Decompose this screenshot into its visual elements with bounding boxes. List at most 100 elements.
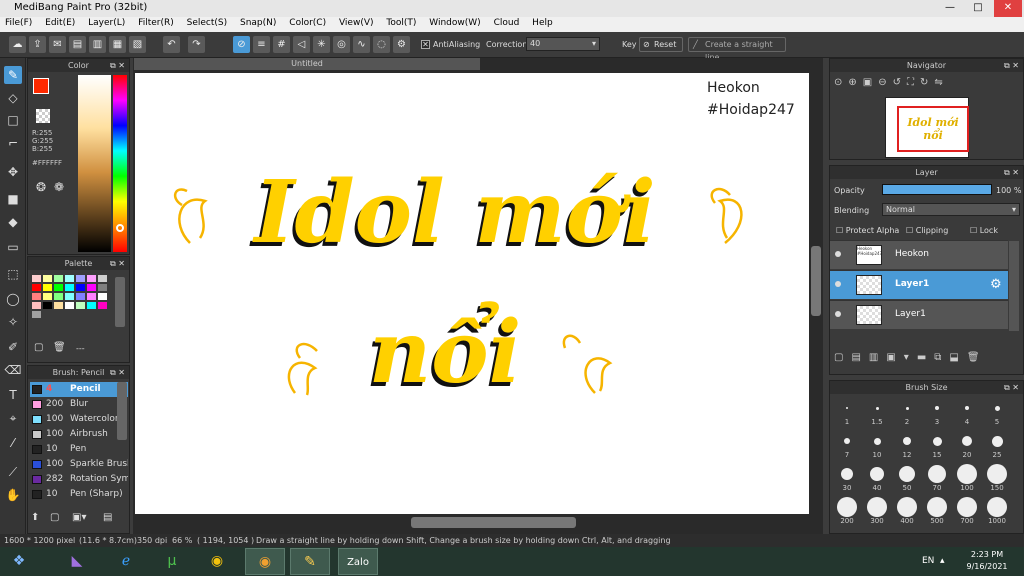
- layer-row-selected[interactable]: Layer1 ⚙: [830, 270, 1008, 299]
- palette-swatch[interactable]: [98, 284, 107, 291]
- new-layer-icon[interactable]: ▢: [834, 352, 851, 363]
- duplicate-layer-icon[interactable]: ⧉: [934, 352, 949, 363]
- menu-filter[interactable]: Filter(R): [133, 17, 179, 29]
- eyedropper-tool-icon[interactable]: ⁄: [4, 434, 22, 452]
- tray-arrow-icon[interactable]: ▴: [940, 556, 945, 566]
- palette-swatch[interactable]: [54, 284, 63, 291]
- circle-snap-icon[interactable]: ◎: [333, 36, 350, 53]
- close-icon[interactable]: ⧉ ✕: [110, 59, 125, 72]
- brush-size-option[interactable]: 25: [983, 429, 1011, 459]
- saturation-field[interactable]: [78, 75, 111, 252]
- new-layer-1bit-icon[interactable]: ▥: [869, 352, 886, 363]
- snap-off-icon[interactable]: ⊘: [233, 36, 250, 53]
- medibang-paint-icon[interactable]: ✎: [290, 548, 330, 575]
- palette-swatch[interactable]: [43, 275, 52, 282]
- menu-view[interactable]: View(V): [334, 17, 379, 29]
- zoom-in-icon[interactable]: ⊕: [848, 77, 862, 88]
- palette-swatch[interactable]: [43, 302, 52, 309]
- close-icon[interactable]: ⧉ ✕: [110, 257, 125, 270]
- brush-size-option[interactable]: 500: [923, 495, 951, 525]
- redo-icon[interactable]: ↷: [188, 36, 205, 53]
- protect-alpha-checkbox[interactable]: ☐: [836, 226, 843, 235]
- close-icon[interactable]: ⧉ ✕: [1004, 381, 1019, 394]
- internet-explorer-icon[interactable]: ℯ: [106, 548, 146, 575]
- utorrent-icon[interactable]: µ: [152, 548, 192, 575]
- brush-size-option[interactable]: 20: [953, 429, 981, 459]
- brush-item[interactable]: 10 Pen (Sharp): [30, 487, 128, 502]
- zoom-actual-icon[interactable]: ▣: [863, 77, 878, 88]
- brush-size-option[interactable]: 15: [923, 429, 951, 459]
- new-layer-8bit-icon[interactable]: ▤: [851, 352, 868, 363]
- correction-select[interactable]: 40 ▾: [526, 37, 600, 51]
- language-indicator[interactable]: EN: [922, 556, 934, 566]
- palette-swatch[interactable]: [87, 275, 96, 282]
- palette-swatch[interactable]: [65, 302, 74, 309]
- palette-swatch[interactable]: [98, 275, 107, 282]
- palette-swatch[interactable]: [43, 293, 52, 300]
- zoom-fit-icon[interactable]: ⊙: [834, 77, 848, 88]
- palette-swatch[interactable]: [87, 293, 96, 300]
- canvas-tab[interactable]: Untitled: [134, 58, 480, 70]
- parallel-snap-icon[interactable]: ≡: [253, 36, 270, 53]
- chrome-canary-icon[interactable]: ◉: [245, 548, 285, 575]
- palette-swatch[interactable]: [65, 284, 74, 291]
- palette-swatch[interactable]: [54, 293, 63, 300]
- lock-checkbox[interactable]: ☐: [970, 226, 977, 235]
- hand-tool-icon[interactable]: ✋: [4, 486, 22, 504]
- palette-swatch[interactable]: [76, 302, 85, 309]
- page-icon[interactable]: ▤: [69, 36, 86, 53]
- palette-swatch[interactable]: [54, 302, 63, 309]
- bucket-tool-icon[interactable]: ◆: [4, 213, 22, 231]
- palette-swatch[interactable]: [98, 302, 107, 309]
- share-icon[interactable]: ⇪: [29, 36, 46, 53]
- flip-icon[interactable]: ⇋: [934, 77, 948, 88]
- brush-size-option[interactable]: 3: [923, 396, 951, 426]
- brush-item[interactable]: 100 Sparkle Brush: [30, 457, 128, 472]
- curve-snap-icon[interactable]: ∿: [353, 36, 370, 53]
- operation-tool-icon[interactable]: ⌖: [4, 409, 22, 427]
- brush-size-option[interactable]: 50: [893, 462, 921, 492]
- color-picker-icon[interactable]: ❁: [54, 180, 64, 194]
- brush-tool-icon[interactable]: ✎: [4, 66, 22, 84]
- layer-scrollbar[interactable]: [1009, 241, 1019, 331]
- menu-layer[interactable]: Layer(L): [83, 17, 130, 29]
- brush-size-option[interactable]: 12: [893, 429, 921, 459]
- brush-size-option[interactable]: 200: [833, 495, 861, 525]
- layer-row[interactable]: Heokon #Hoidap247 Heokon: [830, 240, 1008, 269]
- brush-scrollbar[interactable]: [117, 382, 127, 440]
- comment-icon[interactable]: ✉: [49, 36, 66, 53]
- select-rect-tool-icon[interactable]: □: [4, 111, 22, 129]
- brush-size-option[interactable]: 30: [833, 462, 861, 492]
- palette-swatch[interactable]: [32, 293, 41, 300]
- maximize-button[interactable]: □: [964, 0, 992, 17]
- palette-swatch[interactable]: [65, 275, 74, 282]
- brush-size-option[interactable]: 1.5: [863, 396, 891, 426]
- layer-row[interactable]: Layer1: [830, 300, 1008, 329]
- brush-size-option[interactable]: 1: [833, 396, 861, 426]
- brush-size-option[interactable]: 2: [893, 396, 921, 426]
- rotate-left-icon[interactable]: ↺: [893, 77, 907, 88]
- palette-swatch[interactable]: [98, 293, 107, 300]
- cross-snap-icon[interactable]: #: [273, 36, 290, 53]
- select-eraser-tool-icon[interactable]: ⌫: [4, 361, 22, 379]
- palette-swatch[interactable]: [65, 293, 74, 300]
- palette-swatch[interactable]: [54, 275, 63, 282]
- palette-swatch[interactable]: [76, 293, 85, 300]
- select-pen-tool-icon[interactable]: ✐: [4, 338, 22, 356]
- clipping-checkbox[interactable]: ☐: [906, 226, 913, 235]
- fill-rect-tool-icon[interactable]: ■: [4, 190, 22, 208]
- visibility-eye-icon[interactable]: [835, 251, 841, 257]
- undo-icon[interactable]: ↶: [163, 36, 180, 53]
- palette-swatch[interactable]: [87, 302, 96, 309]
- brush-item[interactable]: 100 Watercolor: [30, 412, 128, 427]
- reset-button[interactable]: ⊘ Reset: [639, 37, 683, 52]
- select-tool-icon[interactable]: ⬚: [4, 265, 22, 283]
- blending-select[interactable]: Normal ▾: [882, 203, 1020, 216]
- brush-item[interactable]: 100 Airbrush: [30, 427, 128, 442]
- foreground-color-swatch[interactable]: [33, 78, 49, 94]
- add-layer-menu-icon[interactable]: ▣▾: [886, 352, 916, 363]
- radial-snap-icon[interactable]: ✳: [313, 36, 330, 53]
- brush-size-option[interactable]: 100: [953, 462, 981, 492]
- gear-icon[interactable]: ⚙: [990, 277, 1002, 292]
- visibility-eye-icon[interactable]: [835, 281, 841, 287]
